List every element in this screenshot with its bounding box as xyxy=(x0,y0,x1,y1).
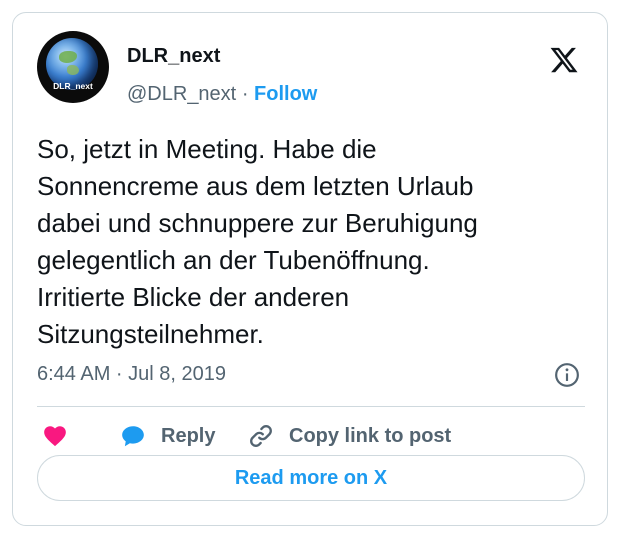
tweet-text-line: Sonnencreme aus dem letzten Urlaub xyxy=(37,171,474,201)
copy-link-label: Copy link to post xyxy=(289,424,452,447)
tweet-text: So, jetzt in Meeting. Habe die Sonnencre… xyxy=(37,131,587,353)
author-name[interactable]: DLR_next xyxy=(127,45,220,68)
avatar[interactable]: DLR_next xyxy=(37,31,109,103)
separator-dot: · xyxy=(241,83,249,105)
tweet-timestamp[interactable]: 6:44 AM · Jul 8, 2019 xyxy=(37,363,226,386)
tweet-text-line: gelegentlich an der Tubenöffnung. xyxy=(37,245,430,275)
tweet-card: DLR_next DLR_next @DLR_next · Follow So,… xyxy=(12,12,608,526)
avatar-label: DLR_next xyxy=(53,81,93,91)
author-handle[interactable]: @DLR_next xyxy=(127,83,236,105)
tweet-text-line: Irritierte Blicke der anderen xyxy=(37,282,350,312)
follow-button[interactable]: Follow xyxy=(254,83,317,105)
copy-link-button[interactable]: Copy link to post xyxy=(247,418,451,454)
tweet-text-line: dabei und schnuppere zur Beruhigung xyxy=(37,208,478,238)
info-icon[interactable] xyxy=(554,362,580,388)
reply-label: Reply xyxy=(161,424,216,447)
x-logo-icon[interactable] xyxy=(549,45,579,75)
speech-bubble-icon xyxy=(122,426,144,447)
author-handle-row: @DLR_next · Follow xyxy=(127,83,317,106)
action-bar: Reply Copy link to post xyxy=(13,418,609,458)
read-more-button[interactable]: Read more on X xyxy=(37,455,585,501)
link-icon xyxy=(250,425,272,447)
heart-icon xyxy=(44,426,66,447)
like-button[interactable] xyxy=(41,418,69,454)
tweet-text-line: Sitzungsteilnehmer. xyxy=(37,319,264,349)
divider xyxy=(37,406,585,407)
tweet-text-line: So, jetzt in Meeting. Habe die xyxy=(37,134,377,164)
reply-button[interactable]: Reply xyxy=(119,418,215,454)
